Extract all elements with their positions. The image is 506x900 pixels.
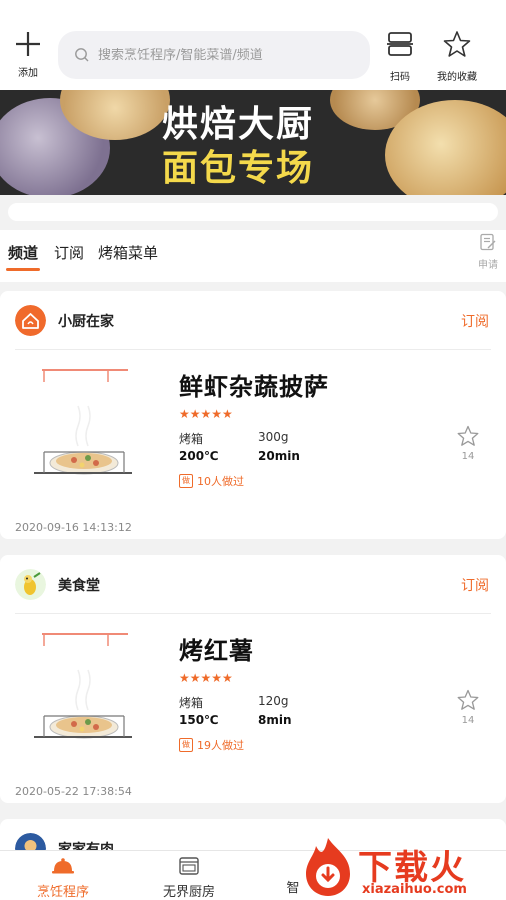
star-icon: [443, 31, 471, 57]
nav-label: 无界厨房: [162, 885, 215, 900]
search-icon: [75, 48, 89, 62]
channel-avatar[interactable]: [15, 569, 46, 600]
favorites-button[interactable]: 我的收藏: [432, 30, 482, 83]
home-logo-icon: [15, 305, 46, 336]
rating-stars: ★★★★★: [179, 407, 233, 421]
watermark-url: xiazaihuo.com: [362, 882, 467, 897]
recipe-card[interactable]: 小厨在家 订阅 鲜虾杂蔬披萨 ★★★★★ 烤箱 300g 200℃ 20min …: [0, 291, 506, 539]
scan-button[interactable]: 扫码: [382, 30, 418, 83]
cloche-icon: [52, 858, 74, 874]
banner-title-line2: 面包专场: [162, 147, 315, 189]
nav-label: 烹饪程序: [36, 885, 89, 900]
banner-title: 烘焙大厨 面包专场: [162, 102, 362, 190]
add-label: 添加: [18, 68, 38, 79]
subscribe-button[interactable]: 订阅: [461, 575, 489, 595]
apply-label: 申请: [478, 260, 498, 271]
favorite-button[interactable]: 14: [457, 689, 479, 726]
publish-date: 2020-09-16 14:13:12: [15, 521, 132, 534]
cook-mode: 烤箱: [179, 432, 204, 446]
dish-title[interactable]: 烤红薯: [179, 631, 254, 666]
card-header: 美食堂 订阅: [15, 569, 491, 601]
rating-stars: ★★★★★: [179, 671, 233, 685]
watermark: 下载火 xiazaihuo.com: [296, 832, 506, 900]
star-outline-icon: [457, 425, 479, 446]
tab-channel[interactable]: 频道: [5, 242, 41, 271]
star-outline-icon: [457, 689, 479, 710]
weight: 300g: [258, 430, 289, 444]
channel-tabs: 频道 订阅 烤箱菜单 申请: [0, 230, 506, 282]
made-count-text: 19人做过: [197, 739, 244, 752]
edit-document-icon: [480, 233, 496, 251]
favorites-label: 我的收藏: [437, 72, 477, 83]
divider: [15, 349, 491, 350]
cook-time: 8min: [258, 713, 292, 727]
apply-button[interactable]: 申请: [474, 233, 502, 271]
channel-name[interactable]: 小厨在家: [58, 311, 114, 331]
weight: 120g: [258, 694, 289, 708]
recipe-card[interactable]: 美食堂 订阅 烤红薯 ★★★★★ 烤箱 120g 150℃ 8min 做 19人…: [0, 555, 506, 803]
cook-mode: 烤箱: [179, 696, 204, 710]
add-button[interactable]: 添加: [8, 30, 48, 79]
notice-bar: [8, 203, 498, 221]
oven-pizza-illustration: [34, 369, 132, 475]
made-count-text: 10人做过: [197, 475, 244, 488]
made-icon: 做: [179, 738, 193, 752]
dish-title[interactable]: 鲜虾杂蔬披萨: [179, 367, 329, 402]
search-input[interactable]: [98, 47, 358, 63]
card-header: 小厨在家 订阅: [15, 305, 491, 337]
made-icon: 做: [179, 474, 193, 488]
banner-title-line1: 烘焙大厨: [162, 103, 315, 145]
search-box[interactable]: [58, 31, 370, 79]
flame-logo-icon: [306, 838, 350, 896]
channel-avatar[interactable]: [15, 305, 46, 336]
top-bar: 添加 扫码 我的收藏: [0, 0, 506, 90]
oven-pizza-illustration: [34, 633, 132, 739]
nav-cooking-programs[interactable]: 烹饪程序: [18, 857, 108, 900]
divider: [15, 613, 491, 614]
plus-icon: [16, 32, 40, 56]
favorite-count: 14: [461, 715, 475, 726]
promo-banner[interactable]: 烘焙大厨 面包专场: [0, 90, 506, 195]
made-count: 做 19人做过: [179, 737, 244, 753]
scan-icon: [387, 32, 413, 56]
temperature: 200℃: [179, 449, 219, 463]
tab-oven-menu[interactable]: 烤箱菜单: [98, 242, 158, 263]
temperature: 150℃: [179, 713, 219, 727]
scan-label: 扫码: [390, 72, 410, 83]
chef-avatar-icon: [15, 569, 46, 600]
publish-date: 2020-05-22 17:38:54: [15, 785, 132, 798]
subscribe-button[interactable]: 订阅: [461, 311, 489, 331]
favorite-count: 14: [461, 451, 475, 462]
favorite-button[interactable]: 14: [457, 425, 479, 462]
nav-boundless-kitchen[interactable]: 无界厨房: [144, 857, 234, 900]
made-count: 做 10人做过: [179, 473, 244, 489]
oven-icon: [179, 857, 199, 875]
tab-subscribe[interactable]: 订阅: [54, 242, 84, 263]
cook-time: 20min: [258, 449, 300, 463]
channel-name[interactable]: 美食堂: [58, 575, 100, 595]
